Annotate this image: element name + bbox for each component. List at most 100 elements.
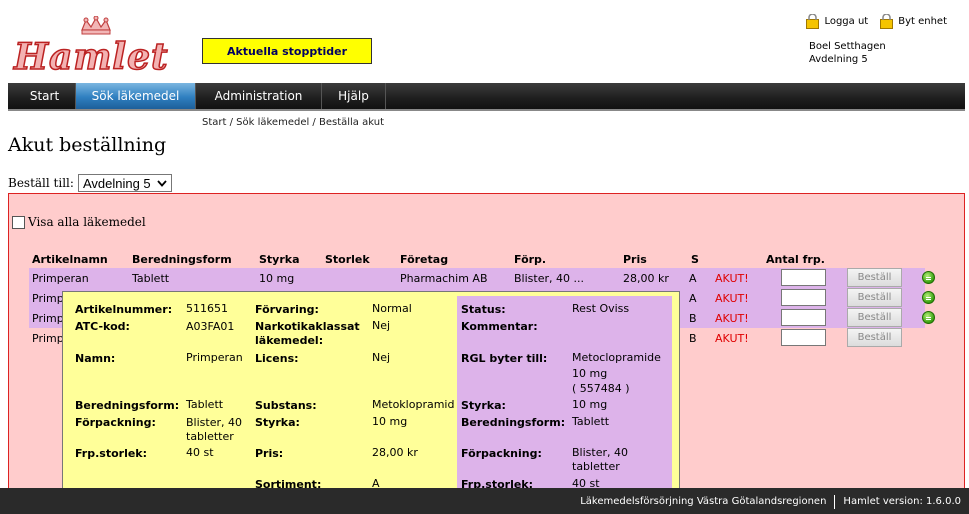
cell-name: Primp [32, 292, 64, 305]
nav-help[interactable]: Hjälp [322, 83, 386, 109]
col-forp[interactable]: Förp. [514, 253, 546, 266]
cell-akut: AKUT! [715, 312, 749, 325]
label-forvaring: Förvaring: [255, 303, 319, 316]
value-rgl-number: ( 557484 ) [572, 382, 630, 395]
table-row[interactable]: Primperan Tablett 10 mg Pharmachim AB Bl… [29, 268, 935, 288]
col-storlek[interactable]: Storlek [325, 253, 370, 266]
nav-search-medicine[interactable]: Sök läkemedel [76, 83, 196, 109]
value-forpackning-2: tabletter [572, 460, 620, 473]
value-styrka: 10 mg [572, 398, 608, 411]
main-nav: Start Sök läkemedel Administration Hjälp [8, 83, 965, 111]
show-all-option: Visa alla läkemedel [12, 215, 146, 229]
value-forvaring: Normal [372, 302, 412, 315]
footer-org: Läkemedelsförsörjning Västra Götalandsre… [580, 496, 827, 507]
order-button[interactable]: Beställ [847, 328, 902, 347]
user-name: Boel Setthagen [809, 41, 886, 52]
label-narkotika-2: läkemedel: [255, 334, 324, 347]
cell-form: Tablett [132, 272, 170, 285]
label-rgl: RGL byter till: [461, 352, 548, 365]
user-unit: Avdelning 5 [809, 54, 868, 65]
label-artikelnummer: Artikelnummer: [75, 303, 173, 316]
col-foretag[interactable]: Företag [400, 253, 448, 266]
cell-strength: 10 mg [259, 272, 295, 285]
label-namn: Namn: [75, 352, 116, 365]
logout-label: Logga ut [824, 16, 869, 27]
col-styrka[interactable]: Styrka [259, 253, 300, 266]
hamlet-logo[interactable]: Hamlet [12, 15, 168, 79]
cell-name: Primp [32, 332, 64, 345]
order-button[interactable]: Beställ [847, 308, 902, 327]
col-pris[interactable]: Pris [623, 253, 647, 266]
cell-name: Primperan [32, 272, 89, 285]
label-styrka: Styrka: [255, 416, 300, 429]
order-button[interactable]: Beställ [847, 288, 902, 307]
quantity-input[interactable] [781, 269, 826, 286]
show-all-checkbox[interactable] [12, 215, 25, 229]
current-stop-times-button[interactable]: Aktuella stopptider [202, 38, 372, 64]
cell-s: B [689, 312, 697, 325]
info-icon[interactable] [922, 291, 935, 304]
label-licens: Licens: [255, 352, 299, 365]
cell-s: A [689, 292, 697, 305]
cell-s: A [689, 272, 697, 285]
value-forpackning: Blister, 40 [572, 446, 628, 459]
lock-icon [806, 14, 820, 29]
cell-akut: AKUT! [715, 292, 749, 305]
value-rgl-strength: 10 mg [572, 367, 608, 380]
label-styrka: Styrka: [461, 399, 506, 412]
value-styrka: 10 mg [372, 415, 408, 428]
show-all-label: Visa alla läkemedel [28, 215, 146, 229]
breadcrumb: Start / Sök läkemedel / Beställa akut [202, 117, 384, 128]
nav-start[interactable]: Start [14, 83, 76, 109]
label-frpstorlek: Frp.storlek: [75, 447, 148, 460]
value-licens: Nej [372, 351, 391, 364]
label-beredningsform: Beredningsform: [75, 399, 180, 412]
cell-akut: AKUT! [715, 332, 749, 345]
order-to-select[interactable]: Avdelning 5 [77, 174, 172, 192]
order-to-value: Avdelning 5 [82, 175, 151, 191]
lock-icon [880, 14, 894, 29]
value-pris: 28,00 kr [372, 446, 418, 459]
cell-pack: Blister, 40 ... [514, 272, 584, 285]
footer-divider [834, 495, 836, 509]
label-beredningsform: Beredningsform: [461, 416, 566, 429]
value-substans: Metoklopramid [372, 398, 455, 411]
nav-administration[interactable]: Administration [196, 83, 322, 109]
label-atc: ATC-kod: [75, 320, 130, 333]
col-beredningsform[interactable]: Beredningsform [132, 253, 232, 266]
quantity-input[interactable] [781, 289, 826, 306]
order-to: Beställ till: Avdelning 5 [8, 174, 172, 192]
col-antal: Antal frp. [766, 253, 825, 266]
label-forpackning: Förpackning: [461, 447, 542, 460]
cell-price: 28,00 kr [623, 272, 669, 285]
value-artikelnummer: 511651 [186, 302, 228, 315]
cell-s: B [689, 332, 697, 345]
order-button[interactable]: Beställ [847, 268, 902, 287]
col-s[interactable]: S [691, 253, 699, 266]
cell-name: Primp [32, 312, 64, 325]
quantity-input[interactable] [781, 329, 826, 346]
cell-company: Pharmachim AB [400, 272, 488, 285]
col-artikelnamn[interactable]: Artikelnamn [32, 253, 108, 266]
quantity-input[interactable] [781, 309, 826, 326]
label-status: Status: [461, 303, 506, 316]
chevron-down-icon [156, 179, 167, 187]
medicine-info-popup: Artikelnummer: 511651 ATC-kod: A03FA01 N… [62, 291, 680, 500]
info-icon[interactable] [922, 271, 935, 284]
logout-link[interactable]: Logga ut [806, 14, 868, 29]
value-forpackning-2: tabletter [186, 430, 234, 443]
value-beredningsform: Tablett [572, 415, 610, 428]
label-forpackning: Förpackning: [75, 416, 156, 429]
value-frpstorlek: 40 st [186, 446, 214, 459]
page-title: Akut beställning [8, 134, 167, 156]
info-icon[interactable] [922, 311, 935, 324]
label-pris: Pris: [255, 447, 284, 460]
logo-text: Hamlet [13, 35, 169, 79]
switch-unit-link[interactable]: Byt enhet [880, 14, 947, 29]
value-status: Rest Oviss [572, 302, 630, 315]
crown-icon [81, 15, 111, 35]
label-substans: Substans: [255, 399, 317, 412]
value-atc: A03FA01 [186, 320, 235, 333]
value-forpackning: Blister, 40 [186, 416, 242, 429]
footer: Läkemedelsförsörjning Västra Götalandsre… [0, 488, 969, 514]
